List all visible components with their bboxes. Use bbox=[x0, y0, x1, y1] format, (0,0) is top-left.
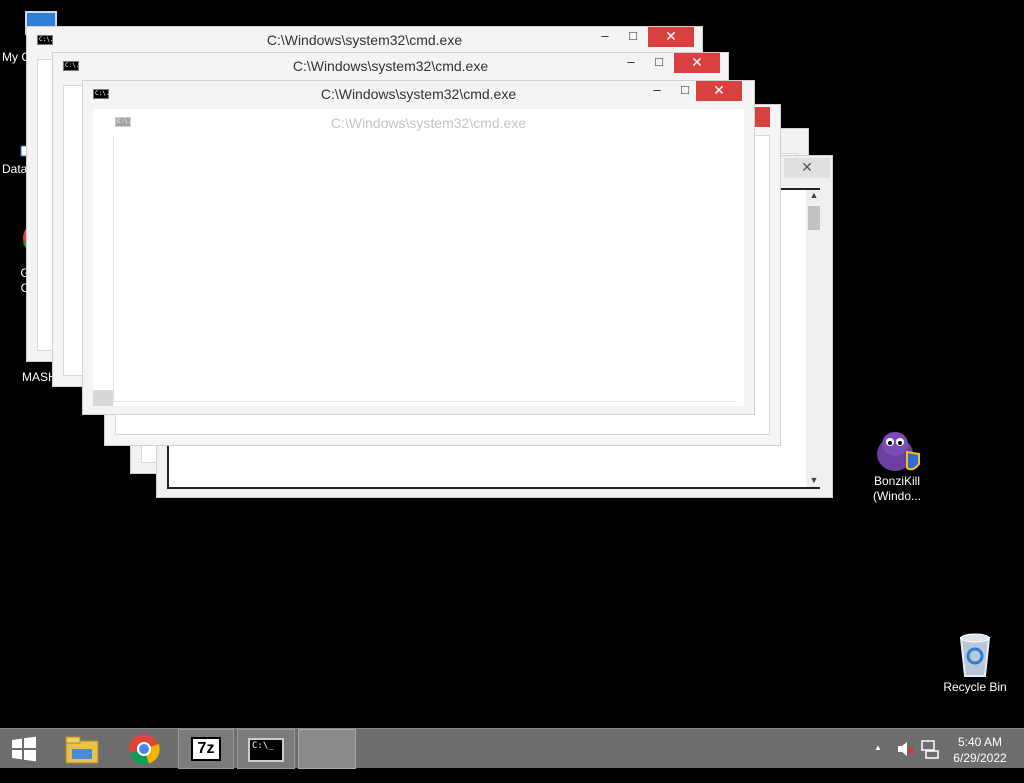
cmd-window-3[interactable]: C:\. C:\Windows\system32\cmd.exe – □ ✕ C… bbox=[82, 80, 755, 415]
tray-overflow-button[interactable]: ▲ bbox=[874, 743, 882, 783]
taskbar-file-explorer[interactable] bbox=[56, 729, 108, 769]
vertical-scrollbar[interactable]: ▲ ▼ bbox=[806, 190, 822, 487]
bonzi-purple-gorilla-icon bbox=[877, 432, 920, 471]
chrome-icon bbox=[129, 734, 160, 765]
desktop-icon-label: Recycle Bin bbox=[943, 680, 1007, 694]
maximize-button[interactable]: □ bbox=[620, 27, 646, 47]
scroll-corner bbox=[93, 390, 113, 406]
volume-muted-icon[interactable] bbox=[896, 740, 914, 780]
clock-time: 5:40 AM bbox=[957, 735, 1003, 749]
window-titlebar[interactable]: C:\. C:\Windows\system32\cmd.exe – □ ✕ bbox=[53, 53, 728, 79]
clock-date: 6/29/2022 bbox=[953, 751, 1007, 765]
desktop-icon-bonzikill[interactable]: BonziKill (Windo... bbox=[862, 424, 932, 504]
close-button[interactable]: ✕ bbox=[696, 81, 742, 101]
maximize-button[interactable]: □ bbox=[672, 81, 698, 101]
taskbar-window-stack[interactable] bbox=[298, 729, 356, 769]
window-client-area: C:\. C:\Windows\system32\cmd.exe bbox=[93, 109, 744, 406]
window-ghost-titlebar: C:\. C:\Windows\system32\cmd.exe bbox=[113, 111, 744, 133]
scroll-down-arrow-icon[interactable]: ▼ bbox=[806, 475, 822, 485]
window-titlebar[interactable]: C:\. C:\Windows\system32\cmd.exe – □ ✕ bbox=[27, 27, 702, 53]
taskbar-7zip[interactable]: 7z bbox=[178, 729, 234, 769]
scroll-thumb[interactable] bbox=[808, 206, 820, 230]
recycle-bin-icon bbox=[959, 633, 991, 677]
scroll-up-arrow-icon[interactable]: ▲ bbox=[806, 190, 822, 204]
maximize-button[interactable]: □ bbox=[646, 53, 672, 73]
minimize-button[interactable]: – bbox=[618, 53, 644, 73]
minimize-button[interactable]: – bbox=[644, 81, 670, 101]
close-button[interactable]: ✕ bbox=[674, 53, 720, 73]
network-icon[interactable] bbox=[920, 739, 940, 779]
minimize-button[interactable]: – bbox=[592, 27, 618, 47]
cmd-icon: C:\_ bbox=[248, 738, 284, 762]
windows-logo-icon bbox=[12, 736, 36, 762]
system-clock[interactable]: 5:40 AM 6/29/2022 bbox=[950, 734, 1010, 774]
taskbar: 7z C:\_ ▲ 5:40 AM 6/29/2022 bbox=[0, 728, 1024, 769]
desktop-icon-recycle-bin[interactable]: Recycle Bin bbox=[940, 630, 1010, 695]
close-button[interactable]: ✕ bbox=[648, 27, 694, 47]
start-button[interactable] bbox=[0, 729, 48, 769]
desktop-icon-label-line1: BonziKill bbox=[873, 474, 921, 488]
window-titlebar[interactable]: C:\. C:\Windows\system32\cmd.exe – □ ✕ bbox=[83, 81, 754, 107]
file-explorer-icon bbox=[65, 736, 99, 764]
taskbar-cmd[interactable]: C:\_ bbox=[237, 729, 295, 769]
window-inner-frame bbox=[113, 135, 736, 402]
close-button[interactable]: ✕ bbox=[784, 158, 830, 178]
window-title-ghost: C:\Windows\system32\cmd.exe bbox=[330, 115, 527, 131]
taskbar-chrome[interactable] bbox=[118, 729, 170, 769]
7zip-icon: 7z bbox=[191, 737, 221, 761]
desktop-icon-label-line2: (Windo... bbox=[872, 489, 921, 503]
